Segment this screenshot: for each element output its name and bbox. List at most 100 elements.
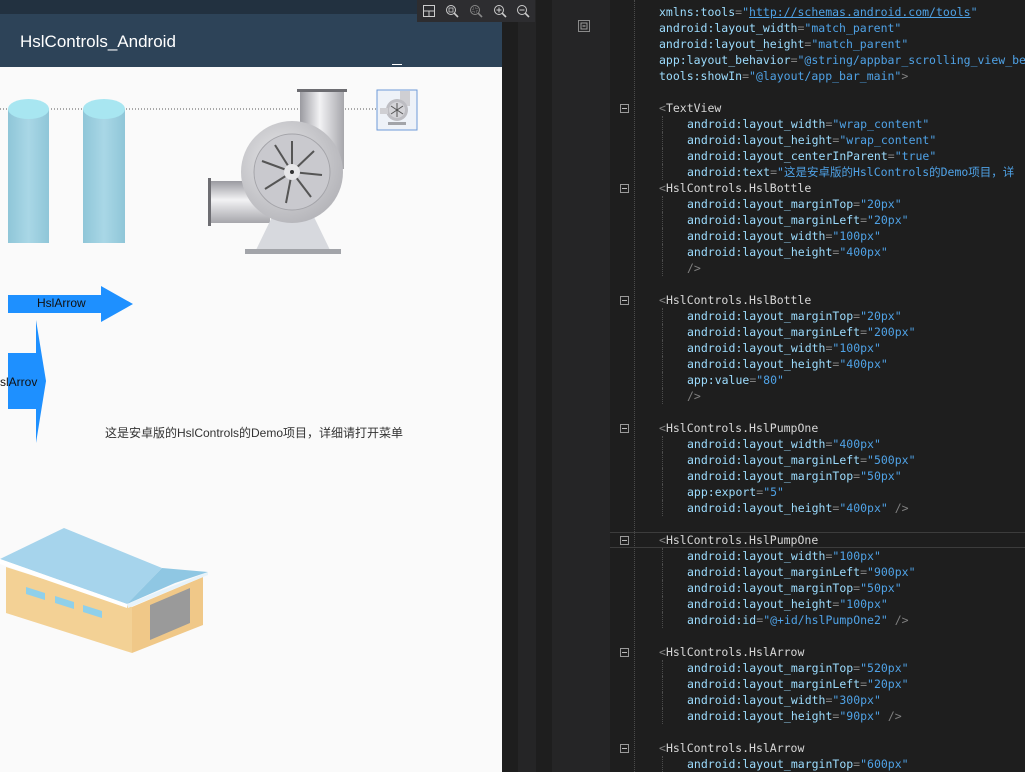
pump-large[interactable] [208, 89, 347, 254]
xml-code-editor[interactable]: xmlns:tools = "http://schemas.android.com/… [610, 0, 1025, 772]
code-line[interactable]: <TextView [610, 100, 1025, 116]
code-line[interactable]: android:layout_width="wrap_content" [610, 116, 1025, 132]
code-token: = [860, 453, 868, 467]
code-token: app:export [687, 485, 757, 499]
code-line[interactable]: android:layout_width="100px" [610, 340, 1025, 356]
zoom-in-icon[interactable] [492, 3, 508, 19]
bottle-2[interactable] [83, 99, 125, 243]
code-token: android:layout_height [687, 597, 833, 611]
code-line[interactable]: <HslControls.HslArrow [610, 644, 1025, 660]
code-token: "100px" [832, 341, 881, 355]
pump-small-selected[interactable] [376, 89, 418, 131]
factory-house[interactable] [0, 528, 208, 653]
code-line[interactable]: android:layout_width="300px" [610, 692, 1025, 708]
code-line[interactable]: /> [610, 260, 1025, 276]
code-line[interactable]: android:layout_height="400px" [610, 356, 1025, 372]
code-line[interactable]: /> [610, 388, 1025, 404]
code-token: = [790, 53, 798, 67]
code-line[interactable]: android:id="@+id/hslPumpOne2" /> [610, 612, 1025, 628]
code-line[interactable]: <HslControls.HslPumpOne [610, 532, 1025, 548]
indent-guide [662, 564, 663, 580]
code-line[interactable]: <HslControls.HslArrow [610, 740, 1025, 756]
code-line[interactable]: android:layout_height="90px" /> [610, 708, 1025, 724]
code-token: android:layout_marginTop [687, 469, 854, 483]
code-token: HslControls.HslArrow [665, 645, 805, 659]
code-line[interactable]: android:text="这是安卓版的HslControls的Demo项目，详 [610, 164, 1025, 180]
code-line[interactable]: android:layout_width="100px" [610, 228, 1025, 244]
code-token: "500px" [867, 453, 916, 467]
code-token: HslControls.HslBottle [665, 181, 812, 195]
code-line[interactable]: android:layout_centerInParent="true" [610, 148, 1025, 164]
code-line[interactable]: android:layout_marginLeft="20px" [610, 676, 1025, 692]
code-token: "这是安卓版的HslControls的Demo项目，详 [777, 165, 1015, 179]
code-line[interactable]: android:layout_marginLeft="500px" [610, 452, 1025, 468]
code-line[interactable]: android:layout_height="match_parent" [610, 36, 1025, 52]
code-token: /> [687, 389, 701, 403]
zoom-actual-icon[interactable] [468, 3, 484, 19]
layout-icon[interactable] [421, 3, 437, 19]
code-line[interactable]: android:layout_height="400px" [610, 244, 1025, 260]
collapse-icon[interactable] [578, 20, 590, 32]
code-token: android:layout_width [687, 117, 826, 131]
code-line[interactable]: android:layout_marginLeft="900px" [610, 564, 1025, 580]
code-token: < [659, 293, 666, 307]
code-token: HslControls.HslBottle [665, 293, 812, 307]
code-line[interactable]: app:layout_behavior="@string/appbar_scro… [610, 52, 1025, 68]
code-token: "400px" [839, 501, 888, 515]
fold-toggle-icon[interactable] [620, 744, 629, 753]
code-line[interactable]: xmlns:tools="http://schemas.android.com/… [610, 4, 1025, 20]
code-token: android:layout_width [659, 21, 798, 35]
indent-guide [662, 148, 663, 164]
fold-toggle-icon[interactable] [620, 184, 629, 193]
code-line[interactable]: app:export="5" [610, 484, 1025, 500]
indent-guide [662, 212, 663, 228]
code-token: < [659, 421, 666, 435]
code-line[interactable]: android:layout_marginTop="50px" [610, 468, 1025, 484]
zoom-fit-icon[interactable] [444, 3, 460, 19]
code-line[interactable]: android:layout_width="400px" [610, 436, 1025, 452]
code-token: < [659, 101, 666, 115]
code-line[interactable]: android:layout_marginTop="520px" [610, 660, 1025, 676]
code-token: android:layout_marginTop [687, 757, 854, 771]
code-line[interactable]: android:layout_width="match_parent" [610, 20, 1025, 36]
zoom-out-icon[interactable] [515, 3, 531, 19]
indent-guide [662, 372, 663, 388]
bottle-1[interactable] [8, 99, 49, 243]
code-token: "@layout/app_bar_main" [749, 69, 902, 83]
indent-guide [662, 116, 663, 132]
fold-toggle-icon[interactable] [620, 536, 629, 545]
fold-toggle-icon[interactable] [620, 648, 629, 657]
code-line[interactable]: <HslControls.HslBottle [610, 292, 1025, 308]
fold-toggle-icon[interactable] [620, 104, 629, 113]
code-line[interactable]: android:layout_marginTop="20px" [610, 308, 1025, 324]
code-token: "200px" [867, 325, 916, 339]
code-line[interactable]: android:layout_width="100px" [610, 548, 1025, 564]
code-line[interactable]: <HslControls.HslPumpOne [610, 420, 1025, 436]
code-line[interactable]: android:layout_height="wrap_content" [610, 132, 1025, 148]
editor-gutter [552, 0, 610, 772]
scrollbar-track[interactable] [518, 0, 536, 772]
fold-toggle-icon[interactable] [620, 424, 629, 433]
fold-toggle-icon[interactable] [620, 296, 629, 305]
code-token: = [860, 565, 868, 579]
code-token: android:id [687, 613, 757, 627]
code-token: app:value [687, 373, 750, 387]
code-line[interactable]: app:value="80" [610, 372, 1025, 388]
code-line[interactable]: android:layout_marginTop="50px" [610, 580, 1025, 596]
code-token: /> [880, 709, 902, 723]
code-line[interactable]: android:layout_height="400px" /> [610, 500, 1025, 516]
arrow-1-label: HslArrow [37, 296, 86, 310]
code-token: < [659, 533, 666, 547]
code-line[interactable]: android:layout_height="100px" [610, 596, 1025, 612]
indent-guide [662, 356, 663, 372]
code-token: HslControls.HslArrow [665, 741, 805, 755]
code-token: "520px" [860, 661, 909, 675]
indent-guide [662, 692, 663, 708]
code-line[interactable]: android:layout_marginTop="600px" [610, 756, 1025, 772]
code-line[interactable]: <HslControls.HslBottle [610, 180, 1025, 196]
code-line[interactable]: android:layout_marginLeft="200px" [610, 324, 1025, 340]
code-line[interactable]: android:layout_marginTop="20px" [610, 196, 1025, 212]
preview-scrollbar[interactable] [502, 0, 552, 772]
code-line[interactable]: android:layout_marginLeft="20px" [610, 212, 1025, 228]
code-line[interactable]: tools:showIn="@layout/app_bar_main"> [610, 68, 1025, 84]
